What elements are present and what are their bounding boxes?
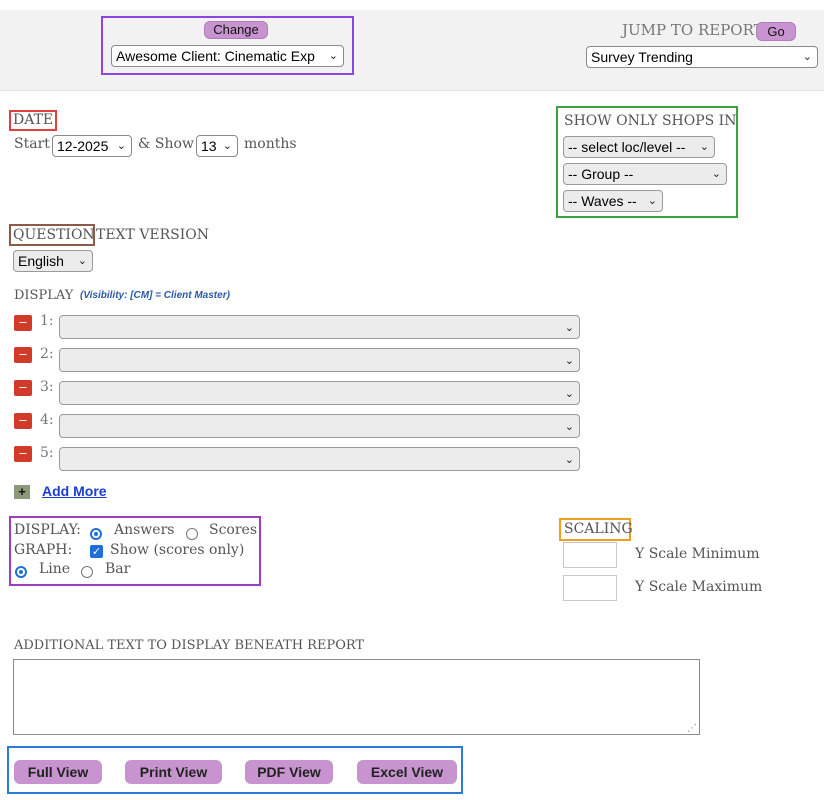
- chevron-down-icon: ⌄: [77, 255, 87, 267]
- chevron-down-icon: ⌄: [328, 50, 338, 62]
- resize-handle-icon[interactable]: ⋰: [687, 723, 697, 734]
- location-select-value: -- select loc/level --: [568, 139, 686, 155]
- add-more-link[interactable]: Add More: [42, 483, 107, 499]
- answers-label: Answers: [114, 522, 175, 538]
- answers-radio[interactable]: [90, 528, 102, 540]
- question-heading: QUESTION: [13, 227, 95, 243]
- scores-radio[interactable]: [186, 528, 198, 540]
- remove-row-icon[interactable]: –: [14, 413, 32, 429]
- start-month-value: 12-2025: [57, 138, 109, 154]
- date-heading: DATE: [13, 112, 54, 128]
- chevron-down-icon: ⌄: [564, 454, 574, 466]
- y-scale-min-label: Y Scale Minimum: [635, 546, 760, 562]
- full-view-button[interactable]: Full View: [14, 760, 102, 784]
- chevron-down-icon: ⌄: [711, 168, 721, 180]
- question-select-1[interactable]: ⌄: [59, 315, 580, 339]
- chevron-down-icon: ⌄: [564, 355, 574, 367]
- jump-to-report-label: JUMP TO REPORT: [622, 21, 764, 39]
- change-client-button[interactable]: Change: [204, 21, 268, 39]
- additional-text-area[interactable]: ⋰: [13, 659, 700, 735]
- group-select[interactable]: -- Group -- ⌄: [563, 163, 727, 185]
- remove-row-icon[interactable]: –: [14, 315, 32, 331]
- text-version-label: TEXT VERSION: [96, 227, 210, 243]
- scores-label: Scores: [209, 522, 258, 538]
- remove-row-icon[interactable]: –: [14, 446, 32, 462]
- question-select-4[interactable]: ⌄: [59, 414, 580, 438]
- line-radio[interactable]: [15, 566, 27, 578]
- client-select[interactable]: Awesome Client: Cinematic Exp ⌄: [111, 45, 344, 67]
- row-number: 5:: [40, 445, 54, 461]
- display-heading: DISPLAY: [14, 288, 74, 303]
- bar-label: Bar: [105, 561, 131, 577]
- y-scale-min-input[interactable]: [563, 542, 617, 568]
- client-select-value: Awesome Client: Cinematic Exp: [116, 48, 315, 64]
- scaling-heading: SCALING: [564, 521, 633, 537]
- waves-select[interactable]: -- Waves -- ⌄: [563, 190, 663, 212]
- show-graph-checkbox[interactable]: ✓: [90, 545, 103, 558]
- question-select-5[interactable]: ⌄: [59, 447, 580, 471]
- remove-row-icon[interactable]: –: [14, 380, 32, 396]
- chevron-down-icon: ⌄: [116, 140, 126, 152]
- chevron-down-icon: ⌄: [699, 141, 709, 153]
- chevron-down-icon: ⌄: [802, 51, 812, 63]
- report-select-value: Survey Trending: [591, 49, 693, 65]
- start-label: Start: [14, 136, 50, 152]
- y-scale-max-label: Y Scale Maximum: [635, 579, 763, 595]
- excel-view-button[interactable]: Excel View: [357, 760, 457, 784]
- bar-radio[interactable]: [81, 566, 93, 578]
- chevron-down-icon: ⌄: [564, 388, 574, 400]
- chevron-down-icon: ⌄: [564, 322, 574, 334]
- y-scale-max-input[interactable]: [563, 575, 617, 601]
- question-select-2[interactable]: ⌄: [59, 348, 580, 372]
- language-select[interactable]: English ⌄: [13, 250, 93, 272]
- show-graph-label: Show (scores only): [110, 542, 245, 558]
- row-number: 4:: [40, 412, 54, 428]
- language-select-value: English: [18, 253, 64, 269]
- months-label: months: [244, 136, 297, 152]
- show-label: & Show: [138, 136, 194, 152]
- print-view-button[interactable]: Print View: [125, 760, 222, 784]
- display-options-label: DISPLAY:: [14, 522, 81, 538]
- row-number: 3:: [40, 379, 54, 395]
- waves-select-value: -- Waves --: [568, 193, 637, 209]
- chevron-down-icon: ⌄: [647, 195, 657, 207]
- pdf-view-button[interactable]: PDF View: [245, 760, 333, 784]
- add-more-icon[interactable]: +: [14, 485, 30, 499]
- location-select[interactable]: -- select loc/level -- ⌄: [563, 136, 715, 158]
- group-select-value: -- Group --: [568, 166, 634, 182]
- remove-row-icon[interactable]: –: [14, 347, 32, 363]
- report-select[interactable]: Survey Trending ⌄: [586, 46, 818, 68]
- visibility-note: (Visibility: [CM] = Client Master): [80, 290, 230, 301]
- graph-label: GRAPH:: [14, 542, 73, 558]
- go-button[interactable]: Go: [756, 22, 796, 41]
- line-label: Line: [39, 561, 71, 577]
- start-month-select[interactable]: 12-2025 ⌄: [52, 135, 132, 157]
- shops-heading: SHOW ONLY SHOPS IN: [564, 113, 737, 129]
- months-value: 13: [201, 138, 217, 154]
- chevron-down-icon: ⌄: [222, 140, 232, 152]
- chevron-down-icon: ⌄: [564, 421, 574, 433]
- question-select-3[interactable]: ⌄: [59, 381, 580, 405]
- months-select[interactable]: 13 ⌄: [196, 135, 238, 157]
- row-number: 1:: [40, 313, 54, 329]
- additional-text-label: ADDITIONAL TEXT TO DISPLAY BENEATH REPOR…: [14, 638, 365, 653]
- row-number: 2:: [40, 346, 54, 362]
